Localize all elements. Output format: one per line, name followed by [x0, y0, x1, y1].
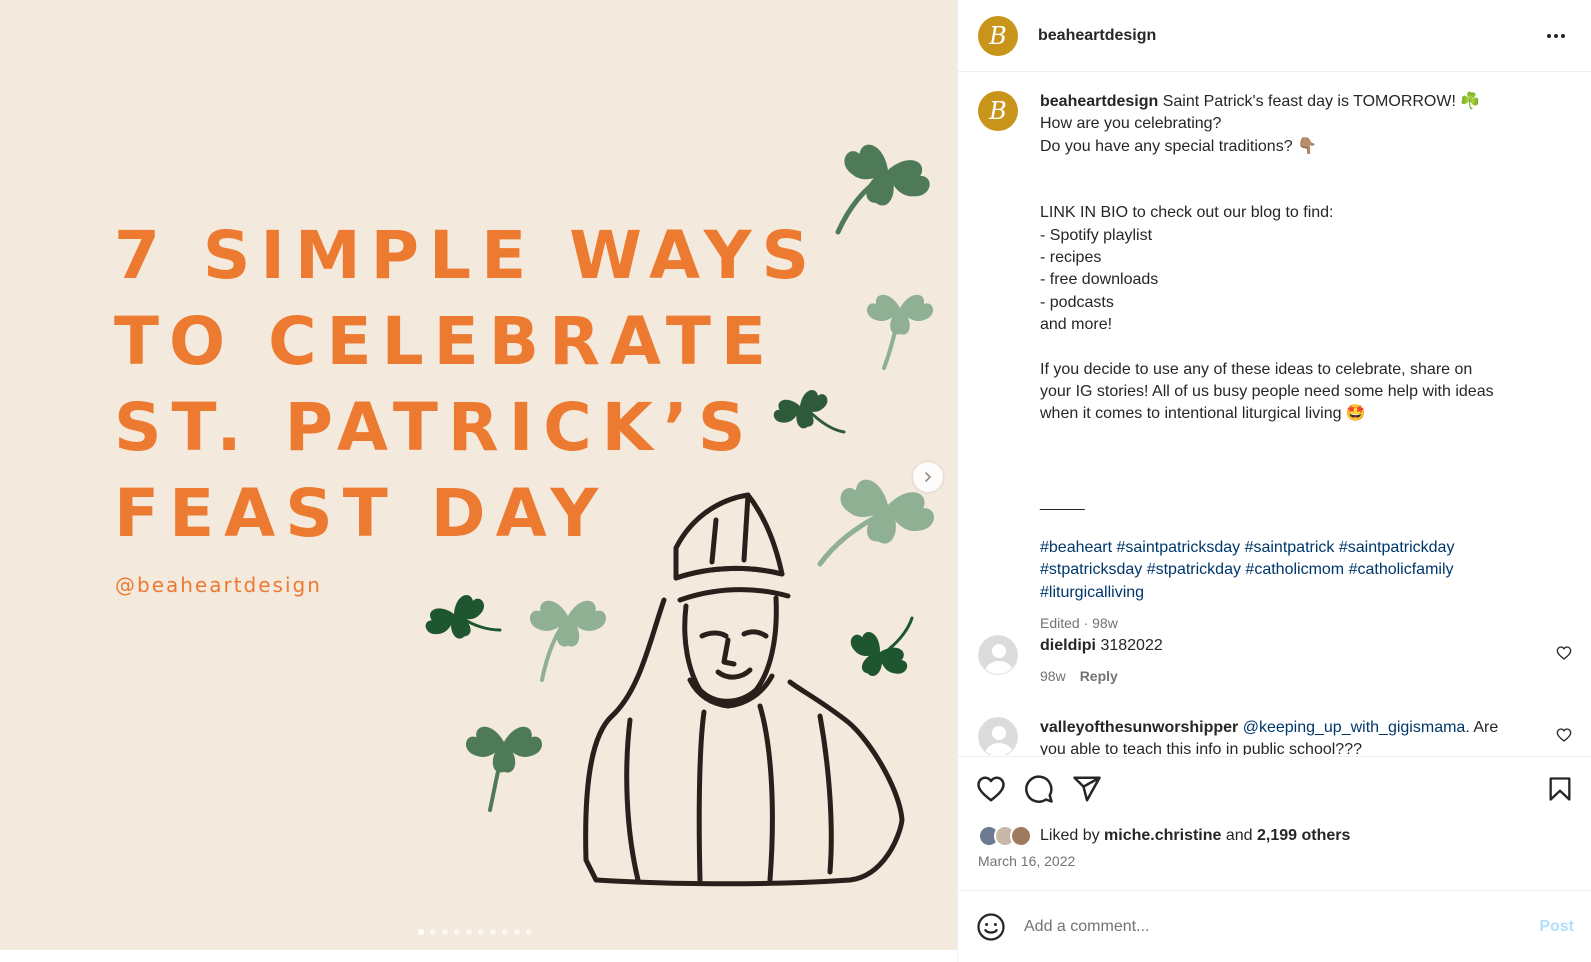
carousel-dot	[442, 929, 448, 935]
likes-summary[interactable]: Liked by miche.christine and 2,199 other…	[958, 821, 1591, 851]
caption-line: If you decide to use any of these ideas …	[1040, 360, 1473, 378]
caption-body: beaheartdesign Saint Patrick's feast day…	[1040, 91, 1540, 634]
like-button[interactable]	[976, 774, 1006, 804]
caption-meta: Edited · 98w	[1040, 614, 1118, 631]
media-handle: @beaheartdesign	[115, 573, 322, 597]
comment-mention[interactable]: @keeping_up_with_gigismama	[1243, 719, 1466, 736]
save-button[interactable]	[1546, 775, 1574, 803]
header-username[interactable]: beaheartdesign	[1038, 27, 1156, 45]
comment-age: 98w	[1040, 668, 1066, 684]
comment-like-icon[interactable]	[1556, 727, 1572, 743]
headline-line: 7 SIMPLE WAYS	[114, 217, 820, 294]
carousel-dots	[418, 929, 532, 935]
headline-line: FEAST DAY	[114, 475, 609, 552]
emoji-button[interactable]	[976, 912, 1006, 942]
bookmark-icon	[1549, 777, 1571, 801]
caption: B beaheartdesign Saint Patrick's feast d…	[978, 91, 1540, 634]
caption-line: and more!	[1040, 315, 1113, 333]
post-date[interactable]: March 16, 2022	[958, 853, 1591, 869]
headline-line: ST. PATRICK’S	[114, 389, 756, 466]
heart-icon	[977, 776, 1005, 802]
add-comment-bar: Post	[958, 890, 1591, 962]
reply-button[interactable]: Reply	[1080, 668, 1118, 684]
caption-line: Do you have any special traditions? 👇🏽	[1040, 137, 1317, 155]
likes-prefix: Liked by	[1040, 827, 1100, 844]
carousel-dot	[490, 929, 496, 935]
caption-line: your IG stories! All of us busy people n…	[1040, 382, 1494, 400]
comment-like-icon[interactable]	[1556, 645, 1572, 661]
avatar	[1010, 825, 1032, 847]
post-actions: Liked by miche.christine and 2,199 other…	[958, 756, 1591, 869]
carousel-dot	[478, 929, 484, 935]
caption-line: - free downloads	[1040, 271, 1159, 289]
more-options-button[interactable]	[1541, 26, 1571, 46]
post-media[interactable]: 7 SIMPLE WAYS TO CELEBRATE ST. PATRICK’S…	[0, 0, 957, 950]
caption-line: - Spotify playlist	[1040, 226, 1153, 244]
hashtags[interactable]: #liturgicalliving	[1040, 582, 1540, 604]
more-icon	[1547, 33, 1551, 38]
comment-button[interactable]	[1024, 774, 1054, 804]
comment-bubble-icon	[1025, 775, 1053, 803]
avatar[interactable]	[978, 717, 1018, 755]
caption-line: - recipes	[1040, 249, 1102, 267]
comment-text: you able to teach this info in public sc…	[1040, 741, 1362, 755]
liker-username[interactable]: miche.christine	[1104, 827, 1221, 845]
caption-line: How are you celebrating?	[1040, 115, 1222, 133]
caption-avatar[interactable]: B	[978, 91, 1018, 131]
post-side-panel: B beaheartdesign B beaheartdesign Saint …	[957, 0, 1591, 962]
smiley-icon	[977, 912, 1005, 941]
carousel-dot	[514, 929, 520, 935]
carousel-dot	[454, 929, 460, 935]
comment-username[interactable]: dieldipi	[1040, 637, 1096, 654]
caption-line: when it comes to intentional liturgical …	[1040, 405, 1366, 423]
carousel-next-button[interactable]	[913, 462, 943, 492]
avatar[interactable]	[978, 635, 1018, 675]
comment-text: 3182022	[1100, 637, 1163, 654]
caption-username[interactable]: beaheartdesign	[1040, 93, 1158, 110]
carousel-dot	[502, 929, 508, 935]
carousel-dot	[418, 929, 424, 935]
avatar[interactable]: B	[978, 15, 1018, 56]
comments-scroll-area[interactable]: B beaheartdesign Saint Patrick's feast d…	[958, 73, 1591, 755]
likes-count[interactable]: 2,199 others	[1257, 827, 1350, 845]
headline-line: TO CELEBRATE	[114, 303, 776, 380]
chevron-right-icon	[925, 472, 932, 482]
comment: dieldipi 3182022 98w Reply	[978, 635, 1572, 687]
comment: valleyofthesunworshipper @keeping_up_wit…	[978, 717, 1572, 755]
headline: 7 SIMPLE WAYS TO CELEBRATE ST. PATRICK’S…	[114, 213, 814, 557]
carousel-dot	[430, 929, 436, 935]
caption-line: Saint Patrick's feast day is TOMORROW! ☘…	[1162, 93, 1481, 110]
share-button[interactable]	[1072, 774, 1102, 804]
post-header: B beaheartdesign	[958, 0, 1591, 72]
caption-line: - podcasts	[1040, 293, 1114, 311]
comment-text: . Are	[1465, 719, 1499, 736]
comment-username[interactable]: valleyofthesunworshipper	[1040, 719, 1238, 736]
caption-line: LINK IN BIO to check out our blog to fin…	[1040, 204, 1334, 222]
liker-avatars	[978, 825, 1032, 847]
comment-input[interactable]	[1024, 917, 1494, 936]
caption-line: _____	[1040, 494, 1085, 512]
carousel-dot	[466, 929, 472, 935]
carousel-dot	[526, 929, 532, 935]
post-comment-button[interactable]: Post	[1539, 918, 1574, 936]
paper-plane-icon	[1073, 776, 1101, 802]
hashtags[interactable]: #beaheart #saintpatricksday #saintpatric…	[1040, 537, 1540, 559]
hashtags[interactable]: #stpatricksday #stpatrickday #catholicmo…	[1040, 559, 1540, 581]
